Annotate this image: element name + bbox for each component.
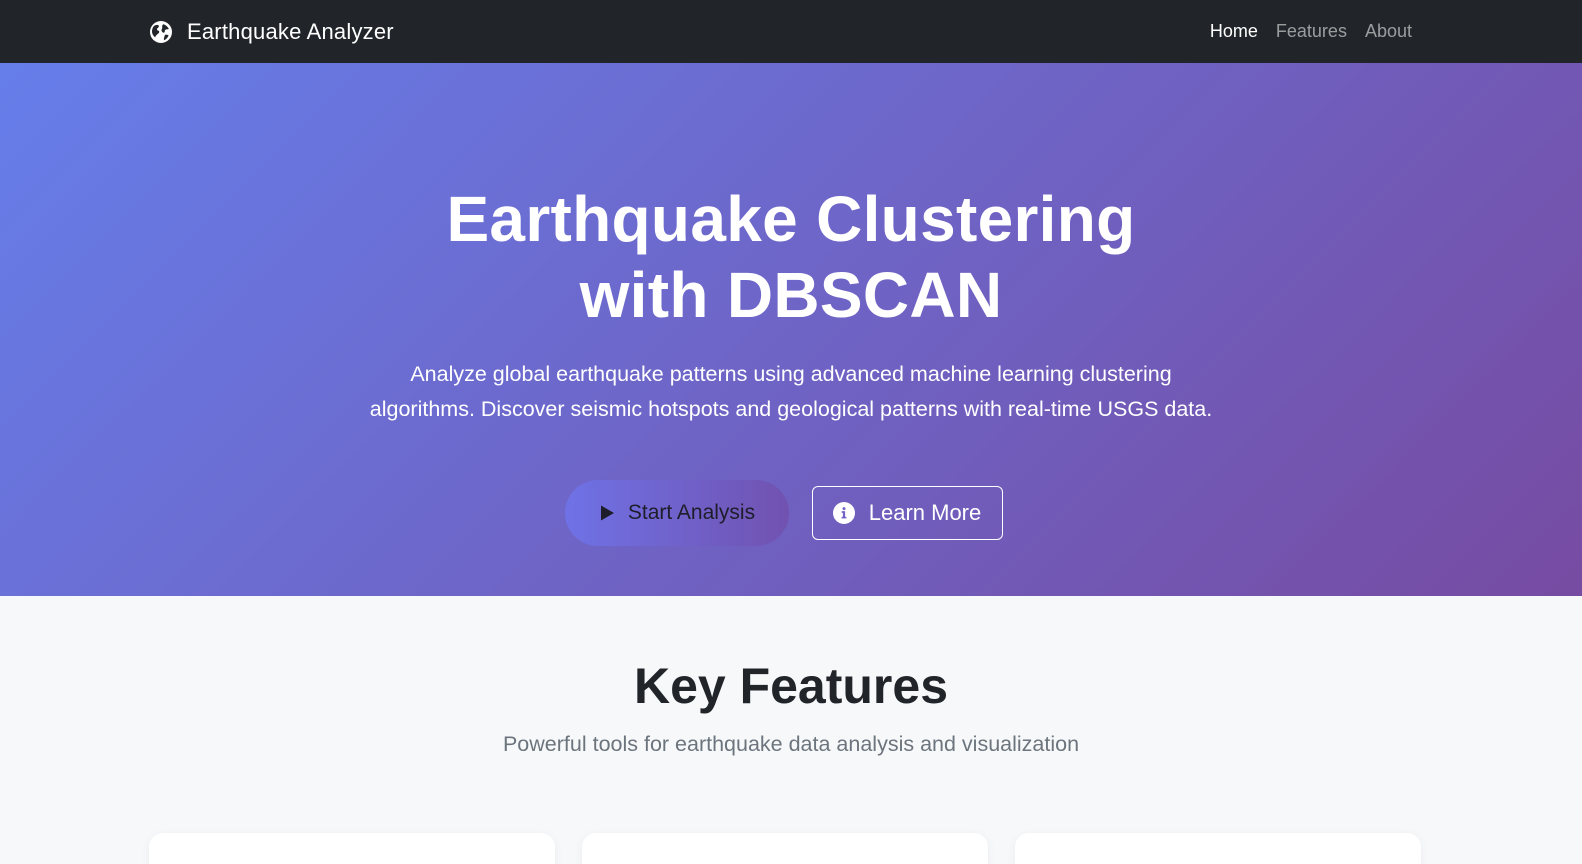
globe-icon	[150, 20, 172, 43]
nav-link-home[interactable]: Home	[1210, 21, 1258, 42]
features-section: Key Features Powerful tools for earthqua…	[0, 596, 1582, 864]
hero-section: Earthquake Clustering with DBSCAN Analyz…	[0, 63, 1582, 596]
brand-link[interactable]: Earthquake Analyzer	[149, 0, 394, 63]
feature-card	[582, 833, 988, 864]
features-subtitle: Powerful tools for earthquake data analy…	[502, 732, 1080, 756]
navbar: Earthquake Analyzer Home Features About	[0, 0, 1582, 63]
hero-subtitle: Analyze global earthquake patterns using…	[0, 357, 1582, 427]
features-title: Key Features	[633, 658, 949, 714]
hero-title: Earthquake Clustering with DBSCAN	[0, 181, 1582, 333]
info-circle-icon	[832, 502, 855, 524]
start-analysis-button[interactable]: Start Analysis	[564, 480, 789, 546]
play-icon	[600, 505, 614, 521]
learn-more-button[interactable]: Learn More	[811, 486, 1003, 540]
hero-subtitle-line-2: algorithms. Discover seismic hotspots an…	[369, 397, 1213, 421]
start-analysis-label: Start Analysis	[627, 501, 756, 524]
brand-name: Earthquake Analyzer	[187, 18, 394, 44]
nav-link-about[interactable]: About	[1365, 21, 1412, 42]
hero-title-line-2: with DBSCAN	[579, 259, 1003, 331]
hero-subtitle-line-1: Analyze global earthquake patterns using…	[410, 362, 1172, 386]
feature-card	[149, 833, 555, 864]
nav-link-features[interactable]: Features	[1276, 21, 1347, 42]
hero-buttons: Start Analysis Learn More	[0, 480, 1582, 546]
learn-more-label: Learn More	[868, 500, 982, 525]
hero-title-line-1: Earthquake Clustering	[446, 183, 1136, 255]
nav-links: Home Features About	[1210, 0, 1412, 63]
feature-card	[1015, 833, 1421, 864]
